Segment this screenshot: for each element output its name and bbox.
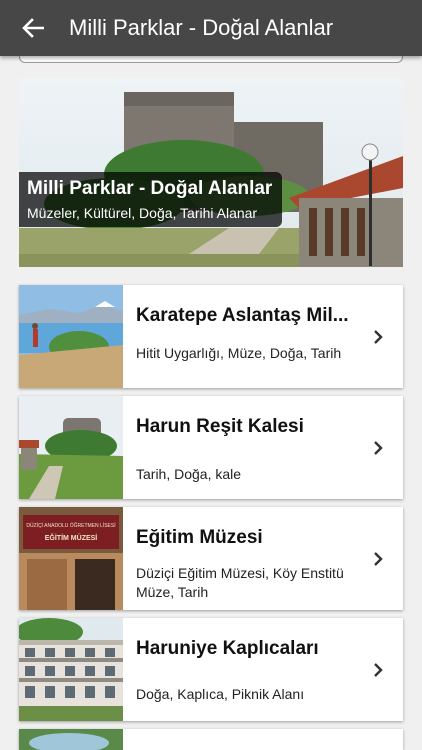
list-item-title: Haruniye Kaplıcaları [136,638,319,659]
chevron-right-icon [374,663,383,677]
list-item-subtitle: Tarih, Doğa, kale [136,466,242,482]
thumb-sign-line-2: EĞİTİM MÜZESİ [45,533,98,542]
list-item[interactable]: Haruniye Kaplıcaları Doğa, Kaplıca, Pikn… [19,618,403,721]
list-item[interactable]: DÜZİÇİ ANADOLU ÖĞRETMEN LİSESİ EĞİTİM MÜ… [19,507,403,610]
chevron-right-icon [374,330,383,344]
list-item-thumbnail [19,618,123,721]
page-title: Milli Parklar - Doğal Alanlar [69,15,334,40]
hero-caption: Milli Parklar - Doğal Alanlar Müzeler, K… [19,172,283,227]
hero-title: Milli Parklar - Doğal Alanlar [27,178,273,199]
list-item[interactable]: Karatepe Aslantaş Mil... Hitit Uygarlığı… [19,285,403,388]
list-item-subtitle: Doğa, Kaplıca, Piknik Alanı [136,686,305,702]
hero-subtitle: Müzeler, Kültürel, Doğa, Tarihi Alanar [27,205,258,221]
list-item-thumbnail [19,396,123,499]
list-item[interactable] [19,729,403,750]
list-item-subtitle: Düziçi Eğitim Müzesi, Köy Enstitü Müze, … [136,565,344,600]
list-item-thumbnail [19,729,123,750]
list-item-thumbnail: DÜZİÇİ ANADOLU ÖĞRETMEN LİSESİ EĞİTİM MÜ… [19,507,123,610]
thumb-sign-line-1: DÜZİÇİ ANADOLU ÖĞRETMEN LİSESİ [26,522,115,529]
back-button[interactable] [15,10,51,46]
list-item-title: Karatepe Aslantaş Mil... [136,305,349,326]
hero-banner[interactable]: Milli Parklar - Doğal Alanlar Müzeler, K… [19,78,403,267]
chevron-right-icon [374,552,383,566]
list-item[interactable]: Harun Reşit Kalesi Tarih, Doğa, kale [19,396,403,499]
chevron-right-icon [374,441,383,455]
list-item-thumbnail [19,285,123,388]
arrow-left-icon [22,18,44,38]
list-item-title: Harun Reşit Kalesi [136,416,304,437]
app-bar: Milli Parklar - Doğal Alanlar [0,0,422,56]
list-item-subtitle: Hitit Uygarlığı, Müze, Doğa, Tarih [136,345,342,361]
list-item-title: Eğitim Müzesi [136,527,263,548]
